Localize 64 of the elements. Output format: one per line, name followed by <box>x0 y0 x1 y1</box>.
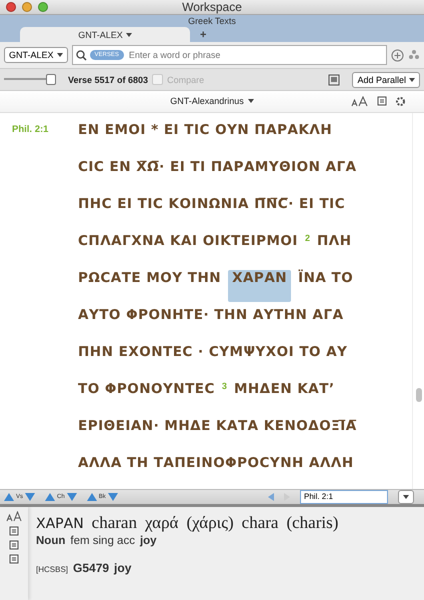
selected-word[interactable]: ΧΑΡΑΝ <box>228 270 292 302</box>
slider-thumb[interactable] <box>46 74 56 86</box>
up-arrow-icon[interactable] <box>86 492 97 501</box>
down-arrow-icon[interactable] <box>66 492 77 501</box>
version-dropdown[interactable]: GNT-ALEX <box>4 47 68 64</box>
greek-text: ΜΗΔΕΝ ΚΑΤ’ <box>234 380 335 397</box>
verse-reference: Phil. 2:1 <box>12 122 50 137</box>
search-icon <box>76 50 87 61</box>
up-arrow-icon[interactable] <box>4 492 14 501</box>
tab[interactable]: GNT-ALEX <box>20 27 190 42</box>
font-size-icon[interactable] <box>6 510 22 522</box>
add-icon[interactable] <box>391 48 404 62</box>
close-button[interactable] <box>6 2 16 12</box>
greek-text: ΡΩϹΑΤΕ ΜΟΥ ΤΗΝ <box>78 270 222 286</box>
greek-text: ϹΠΛΑΓΧΝΑ ΚΑΙ ΟΙΚΤΕΙΡΜΟΙ <box>78 232 298 249</box>
add-parallel-button[interactable]: Add Parallel <box>352 72 420 88</box>
greek-text: ΑΥΤΟ ΦΡΟΝΗΤΕ· ΤΗΝ ΑΥΤΗΝ ΑΓΑ <box>78 306 344 323</box>
add-tab-button[interactable]: + <box>200 28 206 41</box>
caret-icon <box>403 494 409 499</box>
down-arrow-icon[interactable] <box>25 492 36 501</box>
greek-text: ΪΝΑ ΤΟ <box>298 270 354 286</box>
zoom-button[interactable] <box>38 2 48 12</box>
greek-text: ΕΡΙΘΕΙΑΝ· ΜΗΔΕ ΚΑΤΑ ΚΕΝΟΔΟΞΙ̅Α̅ <box>78 418 357 434</box>
caret-icon <box>126 32 132 37</box>
greek-text: ϹΙϹ ΕΝ Χ̅Ω̅· ΕΙ ΤΙ ΠΑΡΑΜΥΘΙΟΝ ΑΓΑ <box>78 158 357 175</box>
text-title[interactable]: GNT-Alexandrinus <box>170 96 244 106</box>
greek-text: ΤΟ ΦΡΟΝΟΥΝΤΕϹ <box>78 380 215 397</box>
caret-icon <box>409 78 415 82</box>
strongs-number[interactable]: G5479 <box>73 560 110 575</box>
lexicon-source: [HCSBS] <box>36 564 68 574</box>
caret-icon <box>248 99 254 104</box>
lexical-form: chara <box>242 512 278 533</box>
back-icon[interactable] <box>268 492 274 501</box>
part-of-speech: Noun <box>36 534 66 547</box>
layout-icon[interactable] <box>377 96 387 106</box>
greek-text: ΠΗΝ ΕΧΟΝΤΕϹ · ϹΥΜΨΥΧΟΙ ΤΟ ΑΥ <box>78 344 348 360</box>
lexical-form: χαρά <box>144 512 178 533</box>
compare-label: Compare <box>167 74 204 85</box>
gloss: joy <box>114 560 132 575</box>
scrollbar[interactable] <box>412 112 424 489</box>
greek-text: ΑΛΛΑ ΤΗ ΤΑΠΕΙΝΟΦΡΟϹΥΝΗ ΑΛΛΗ <box>78 454 354 471</box>
reference-dropdown[interactable] <box>398 490 414 504</box>
greek-text: ΠΗϹ ΕΙ ΤΙϹ ΚΟΙΝΩΝΙΑ Π̅Ν̅Ϲ̅· ΕΙ ΤΙϹ <box>78 196 346 212</box>
font-size-icon[interactable] <box>351 96 369 107</box>
lexical-form: (χάρις) <box>186 512 234 533</box>
up-arrow-icon[interactable] <box>45 492 56 501</box>
minimize-button[interactable] <box>22 2 32 12</box>
lexical-form: ΧΑΡΑΝ <box>36 516 84 532</box>
greek-text: ΕΝ ΕΜΟΙ * ΕΙ ΤΙϹ ΟΥΝ ΠΑΡΑΚΛΗ <box>78 122 332 138</box>
verse-number: 2 <box>304 232 310 243</box>
verse-status: Verse 5517 of 6803 <box>68 74 148 85</box>
settings-icon[interactable] <box>395 96 406 107</box>
reference-field[interactable]: Phil. 2:1 <box>300 490 388 504</box>
tab-group-title: Greek Texts <box>188 15 236 28</box>
caret-icon <box>56 53 63 58</box>
lexical-form: (charis) <box>286 512 338 533</box>
morphology: fem sing acc <box>70 534 135 547</box>
verse-number: 3 <box>222 380 227 391</box>
window-title: Workspace <box>182 0 242 14</box>
lexical-form: charan <box>92 512 137 533</box>
greek-text: ΠΛΗ <box>316 232 352 249</box>
down-arrow-icon[interactable] <box>108 492 118 501</box>
gloss: joy <box>140 534 157 547</box>
search-input[interactable]: Enter a word or phrase <box>126 49 383 62</box>
